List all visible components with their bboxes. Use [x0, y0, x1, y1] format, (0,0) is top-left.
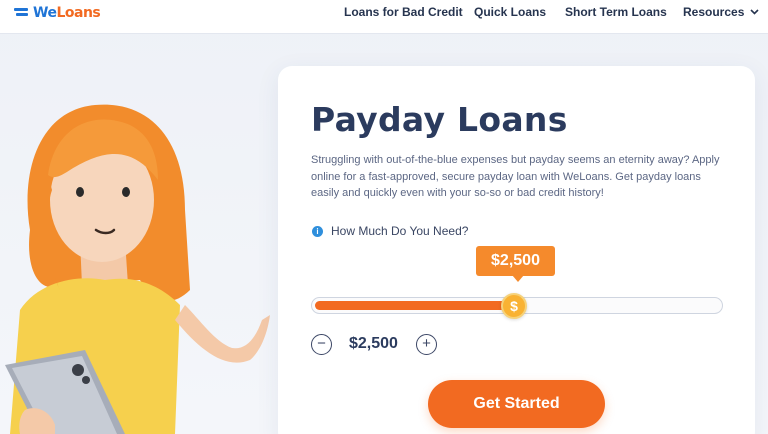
brand-loans: Loans — [56, 5, 101, 21]
page-title: Payday Loans — [311, 100, 568, 139]
amount-tooltip: $2,500 — [476, 246, 555, 276]
payday-loan-card: Payday Loans Struggling with out-of-the-… — [278, 66, 755, 434]
nav-quick-loans[interactable]: Quick Loans — [474, 5, 546, 19]
get-started-button[interactable]: Get Started — [428, 380, 605, 428]
brand-we: We — [33, 5, 57, 21]
amount-question-label: How Much Do You Need? — [331, 224, 469, 238]
amount-stepper: − $2,500 + — [311, 334, 441, 356]
nav-resources-label: Resources — [683, 5, 745, 19]
chevron-down-icon — [750, 9, 759, 15]
amount-tooltip-pointer — [512, 275, 524, 282]
brand-wordmark: WeLoans — [33, 5, 101, 21]
weloans-logo-icon — [14, 7, 30, 19]
plus-circle-icon[interactable]: + — [416, 334, 437, 355]
amount-value: $2,500 — [349, 335, 398, 352]
page-description: Struggling with out-of-the-blue expenses… — [311, 154, 720, 199]
amount-slider-fill — [315, 301, 517, 310]
brand-logo[interactable]: WeLoans — [14, 3, 101, 23]
minus-circle-icon[interactable]: − — [311, 334, 332, 355]
nav-loans-bad-credit[interactable]: Loans for Bad Credit — [344, 5, 463, 19]
nav-short-term-loans[interactable]: Short Term Loans — [565, 5, 667, 19]
amount-question-row: i How Much Do You Need? — [312, 224, 468, 238]
nav-resources-dropdown[interactable]: Resources — [683, 5, 759, 19]
woman-with-tablet-illustration — [5, 104, 270, 434]
info-icon[interactable]: i — [312, 225, 323, 237]
dollar-coin-icon[interactable]: $ — [501, 293, 527, 319]
top-navbar: WeLoans Loans for Bad Credit Quick Loans… — [0, 0, 768, 34]
